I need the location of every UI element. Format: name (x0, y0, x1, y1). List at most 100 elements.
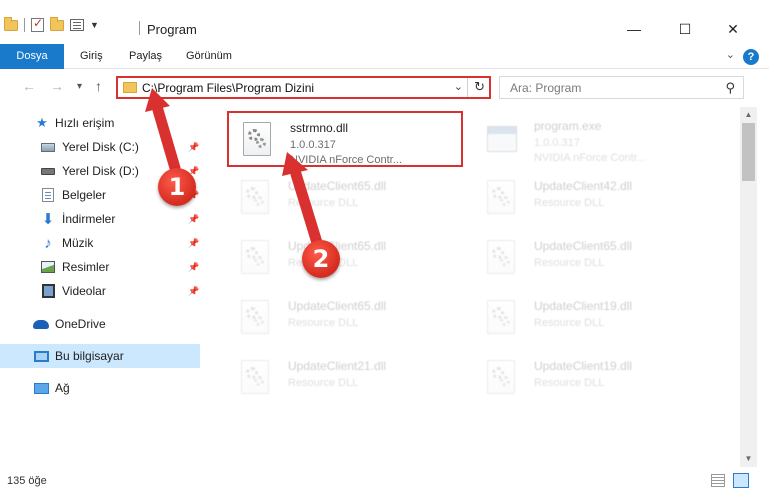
forward-button[interactable]: → (50, 78, 64, 94)
scroll-up-icon[interactable]: ▲ (740, 107, 757, 123)
ribbon-tabs: Dosya Giriş Paylaş Görünüm ⌄ ? (0, 44, 769, 69)
refresh-icon[interactable]: ↻ (474, 79, 485, 95)
divider (467, 78, 468, 97)
sidebar-item-videos[interactable]: Videolar 📌 (0, 279, 200, 303)
search-input[interactable]: Ara: Program (510, 81, 581, 95)
dll-file-icon (487, 300, 521, 340)
file-tile[interactable]: UpdateClient19.dll Resource DLL (473, 291, 709, 347)
search-icon[interactable]: ⚲ (725, 80, 735, 96)
dll-file-icon (241, 240, 275, 280)
tab-file[interactable]: Dosya (0, 44, 64, 69)
this-pc-icon (33, 348, 49, 364)
divider (139, 21, 140, 35)
sidebar-item-label: OneDrive (55, 317, 106, 331)
sidebar-item-music[interactable]: ♪ Müzik 📌 (0, 231, 200, 255)
file-description: Resource DLL (534, 197, 605, 209)
search-box[interactable]: Ara: Program ⚲ (499, 76, 744, 99)
address-path[interactable]: C:\Program Files\Program Dizini (142, 81, 314, 95)
sidebar-item-downloads[interactable]: ⬇ İndirmeler 📌 (0, 207, 200, 231)
file-name: UpdateClient65.dll (288, 179, 387, 193)
sidebar-item-pictures[interactable]: Resimler 📌 (0, 255, 200, 279)
step-1-badge: 1 (158, 168, 196, 206)
sidebar-item-label: Yerel Disk (C:) (62, 140, 139, 154)
pin-icon[interactable]: 📌 (188, 238, 199, 249)
tab-view[interactable]: Görünüm (176, 44, 242, 69)
documents-icon (40, 187, 56, 203)
file-tile[interactable]: UpdateClient42.dll Resource DLL (473, 171, 709, 227)
minimize-button[interactable]: — (611, 14, 657, 44)
expand-ribbon-icon[interactable]: ⌄ (726, 48, 735, 61)
sidebar-item-label: Müzik (62, 236, 94, 250)
file-description: Resource DLL (288, 377, 359, 389)
recent-locations-button[interactable]: ▾ (77, 81, 82, 92)
file-version: 1.0.0.317 (534, 137, 580, 149)
pin-icon[interactable]: 📌 (188, 286, 199, 297)
file-tile[interactable]: program.exe 1.0.0.317 NVIDIA nForce Cont… (473, 111, 709, 167)
window-title: Program (147, 22, 197, 37)
scrollbar-thumb[interactable] (742, 123, 755, 181)
file-list: sstrmno.dll 1.0.0.317 NVIDIA nForce Cont… (216, 107, 739, 467)
dll-file-icon (241, 360, 275, 400)
network-icon (33, 380, 49, 396)
drive-icon (40, 163, 56, 179)
file-description: Resource DLL (288, 197, 359, 209)
sidebar-item-label: Ağ (55, 381, 70, 395)
up-button[interactable]: ↑ (95, 78, 102, 94)
file-tile[interactable]: UpdateClient21.dll Resource DLL (227, 351, 463, 407)
customize-icon[interactable] (70, 19, 84, 31)
file-name: UpdateClient42.dll (534, 179, 633, 193)
sidebar-item-this-pc[interactable]: Bu bilgisayar (0, 344, 200, 368)
file-name: UpdateClient19.dll (534, 359, 633, 373)
sidebar-item-onedrive[interactable]: OneDrive (0, 312, 200, 336)
file-description: NVIDIA nForce Contr... (534, 152, 646, 164)
file-tile[interactable]: UpdateClient19.dll Resource DLL (473, 351, 709, 407)
sidebar-item-label: Yerel Disk (D:) (62, 164, 139, 178)
pin-icon[interactable]: 📌 (188, 262, 199, 273)
music-icon: ♪ (44, 234, 52, 252)
sidebar-item-label: Resimler (62, 260, 110, 274)
drive-icon (40, 139, 56, 155)
quick-access-toolbar: ▼ (4, 16, 99, 32)
sidebar-item-label: Videolar (62, 284, 106, 298)
tiles-view-icon[interactable] (733, 473, 749, 488)
details-view-icon[interactable] (711, 474, 725, 487)
step-2-badge: 2 (302, 240, 340, 278)
close-button[interactable]: ✕ (710, 14, 756, 44)
maximize-button[interactable]: ☐ (662, 14, 708, 44)
sidebar-item-label: Bu bilgisayar (55, 349, 124, 363)
new-folder-icon[interactable] (50, 16, 64, 31)
dll-file-icon (487, 360, 521, 400)
title-bar: ▼ Program — ☐ ✕ (0, 0, 769, 44)
address-bar[interactable]: C:\Program Files\Program Dizini ⌄ ↻ (116, 76, 491, 99)
back-button[interactable]: ← (22, 78, 36, 94)
tab-home[interactable]: Giriş (70, 44, 113, 69)
help-icon[interactable]: ? (743, 49, 759, 65)
sidebar-item-local-disk-c[interactable]: Yerel Disk (C:) 📌 (0, 135, 200, 159)
dll-file-icon (241, 180, 275, 220)
dll-file-icon (487, 240, 521, 280)
file-description: Resource DLL (534, 377, 605, 389)
star-icon: ★ (36, 115, 48, 130)
file-description: Resource DLL (288, 317, 359, 329)
file-tile[interactable]: UpdateClient65.dll Resource DLL (227, 231, 463, 287)
divider (24, 18, 25, 32)
file-tile[interactable]: UpdateClient65.dll Resource DLL (473, 231, 709, 287)
chevron-down-icon[interactable]: ⌄ (454, 80, 463, 93)
pin-icon[interactable]: 📌 (188, 142, 199, 153)
navigation-pane: ★ Hızlı erişim Yerel Disk (C:) 📌 Yerel D… (0, 107, 210, 467)
item-count: 135 öğe (7, 475, 47, 487)
properties-check-icon[interactable] (31, 16, 44, 32)
file-name: UpdateClient65.dll (534, 239, 633, 253)
file-tile[interactable]: UpdateClient65.dll Resource DLL (227, 171, 463, 227)
tab-share[interactable]: Paylaş (119, 44, 172, 69)
scroll-down-icon[interactable]: ▼ (740, 451, 757, 467)
pin-icon[interactable]: 📌 (188, 214, 199, 225)
sidebar-item-network[interactable]: Ağ (0, 376, 200, 400)
file-tile[interactable]: UpdateClient65.dll Resource DLL (227, 291, 463, 347)
qat-dropdown-icon[interactable]: ▼ (90, 20, 99, 30)
file-description: Resource DLL (534, 257, 605, 269)
status-bar: 135 öğe (0, 470, 769, 492)
sidebar-item-quick-access[interactable]: ★ Hızlı erişim (0, 111, 200, 135)
vertical-scrollbar[interactable]: ▲ ▼ (740, 107, 757, 467)
file-tile-sstrmno[interactable]: sstrmno.dll 1.0.0.317 NVIDIA nForce Cont… (227, 111, 463, 167)
